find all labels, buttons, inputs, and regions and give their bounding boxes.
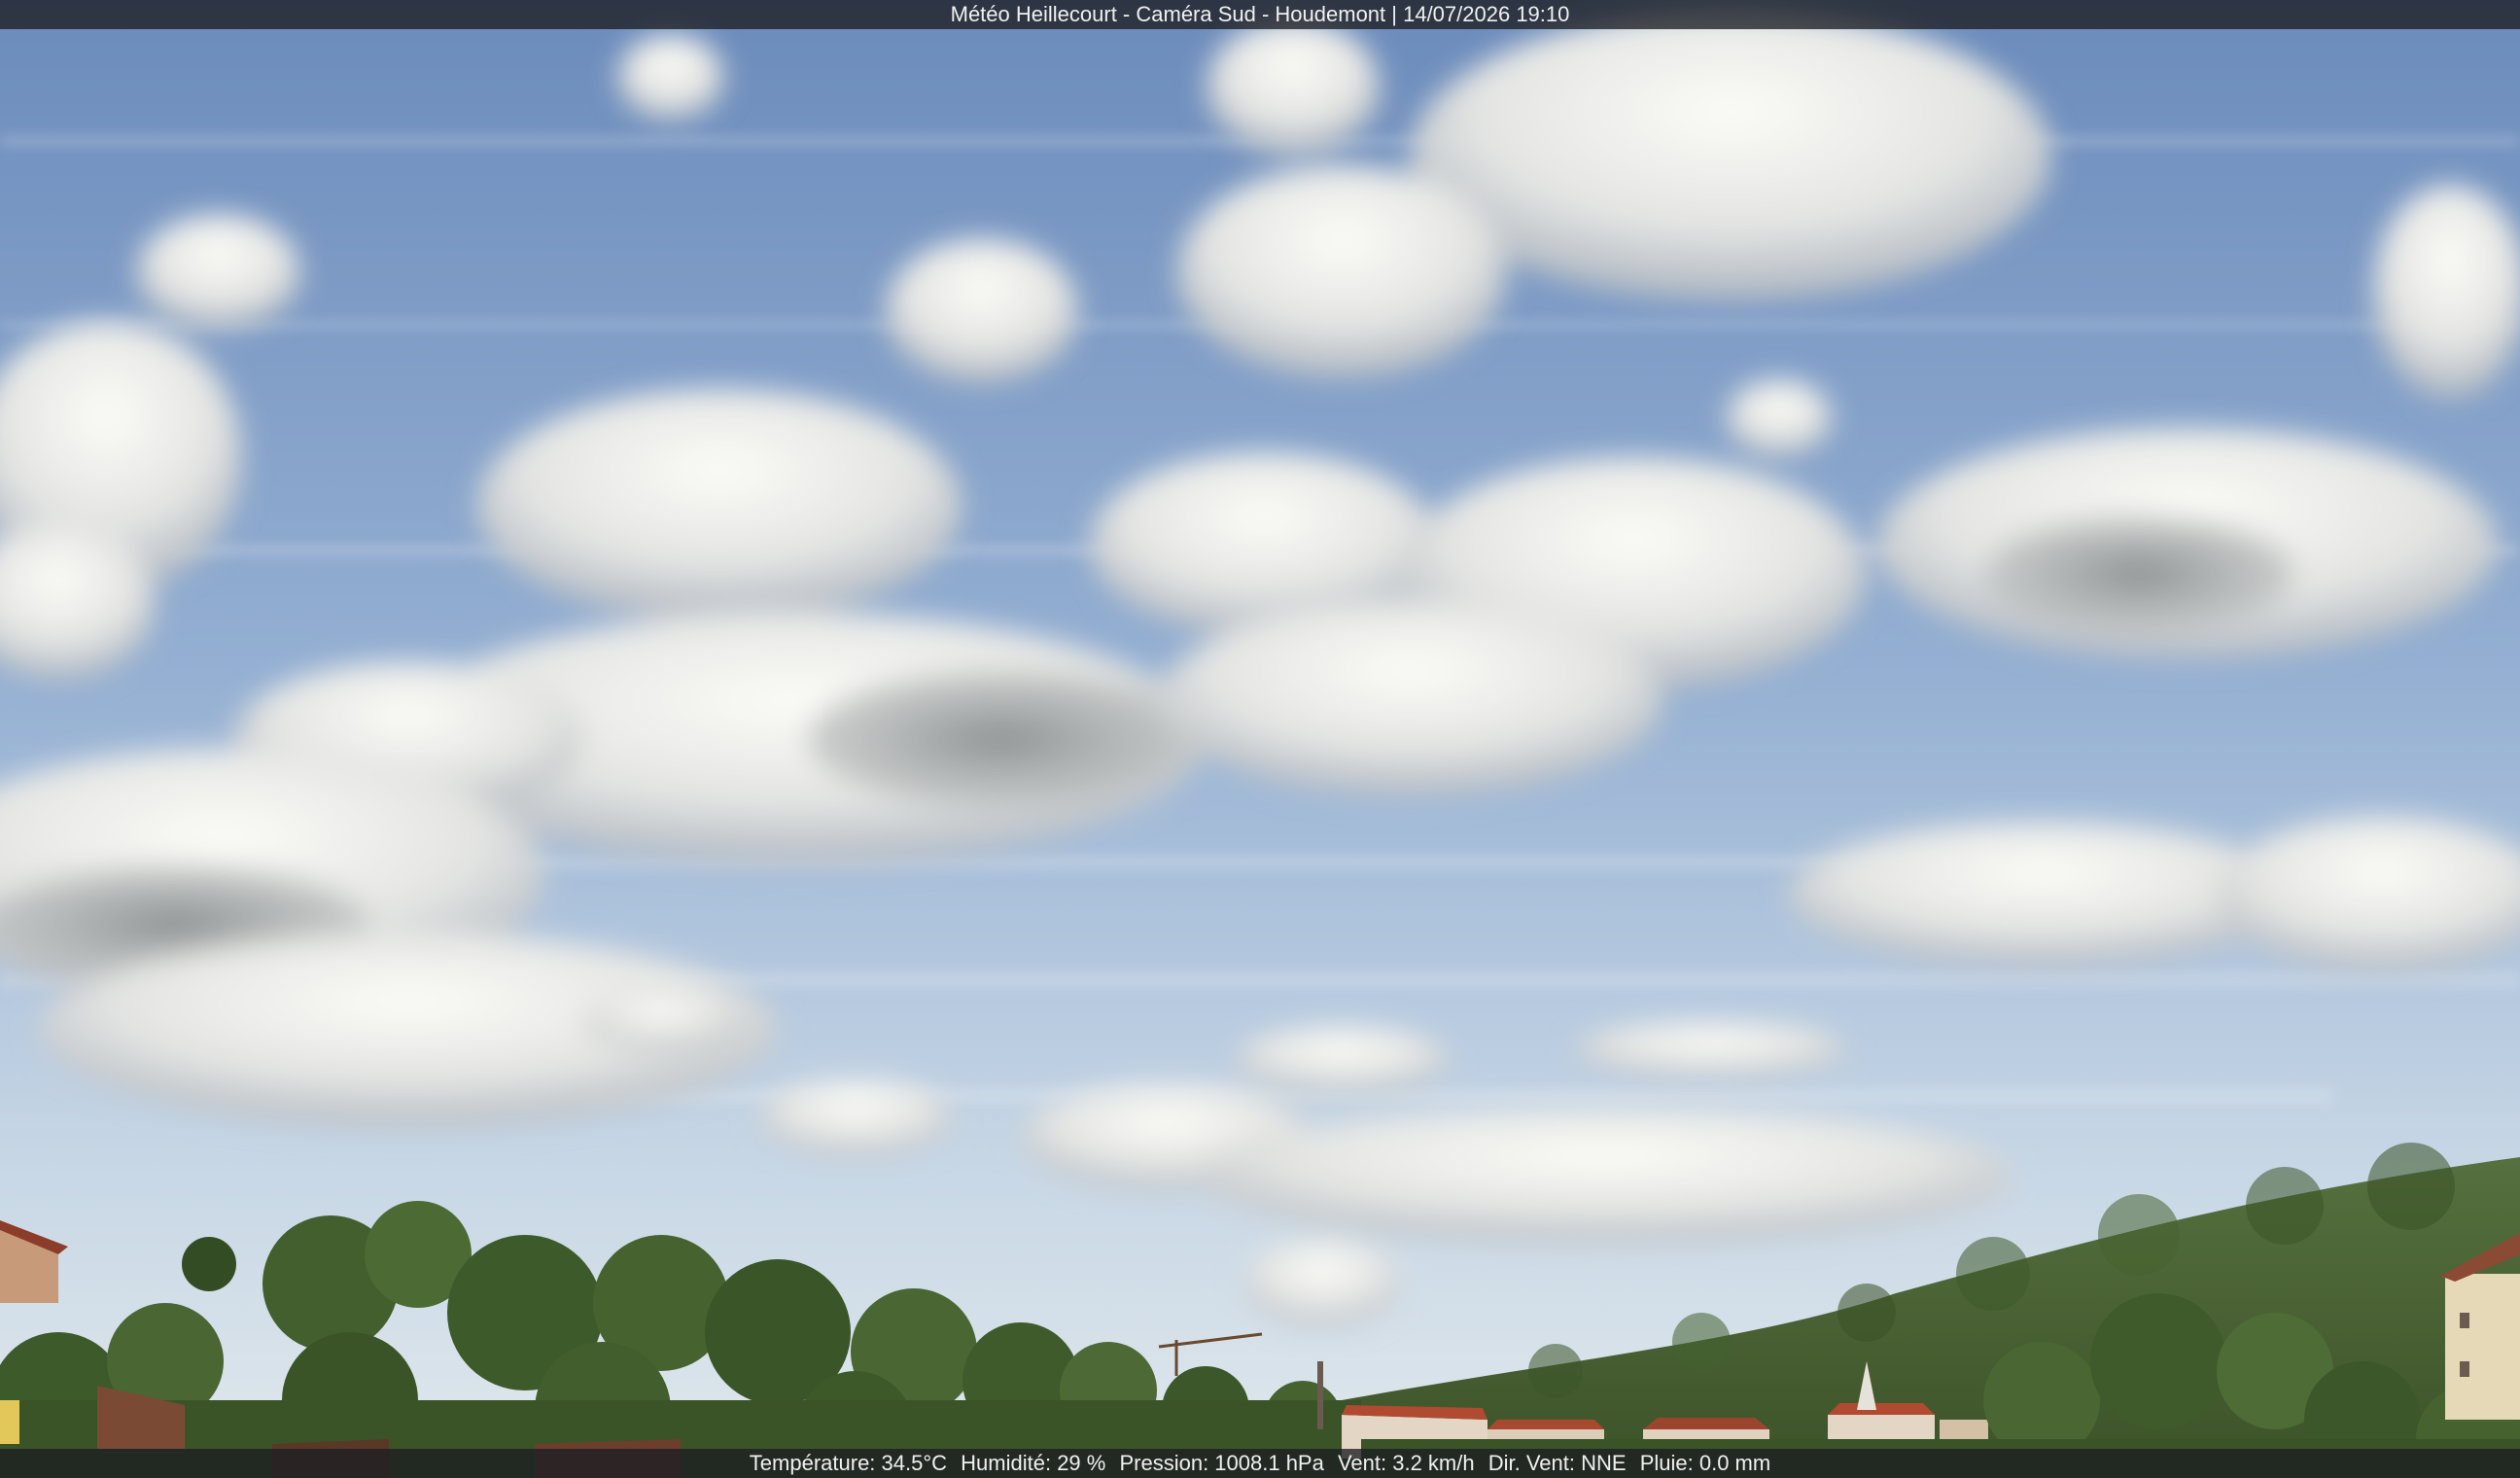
camera-title-bar: Météo Heillecourt - Caméra Sud - Houdemo… — [0, 0, 2520, 29]
humidity-reading: Humidité: 29 % — [961, 1451, 1106, 1475]
wind-direction-reading: Dir. Vent: NNE — [1488, 1451, 1627, 1475]
rain-reading: Pluie: 0.0 mm — [1639, 1451, 1771, 1475]
camera-title: Météo Heillecourt - Caméra Sud - Houdemo… — [950, 2, 1570, 26]
temperature-reading: Température: 34.5°C — [749, 1451, 948, 1475]
webcam-image — [0, 0, 2520, 1478]
weather-info-bar: Température: 34.5°C Humidité: 29 % Press… — [0, 1449, 2520, 1478]
pressure-reading: Pression: 1008.1 hPa — [1119, 1451, 1324, 1475]
wind-speed-reading: Vent: 3.2 km/h — [1337, 1451, 1475, 1475]
